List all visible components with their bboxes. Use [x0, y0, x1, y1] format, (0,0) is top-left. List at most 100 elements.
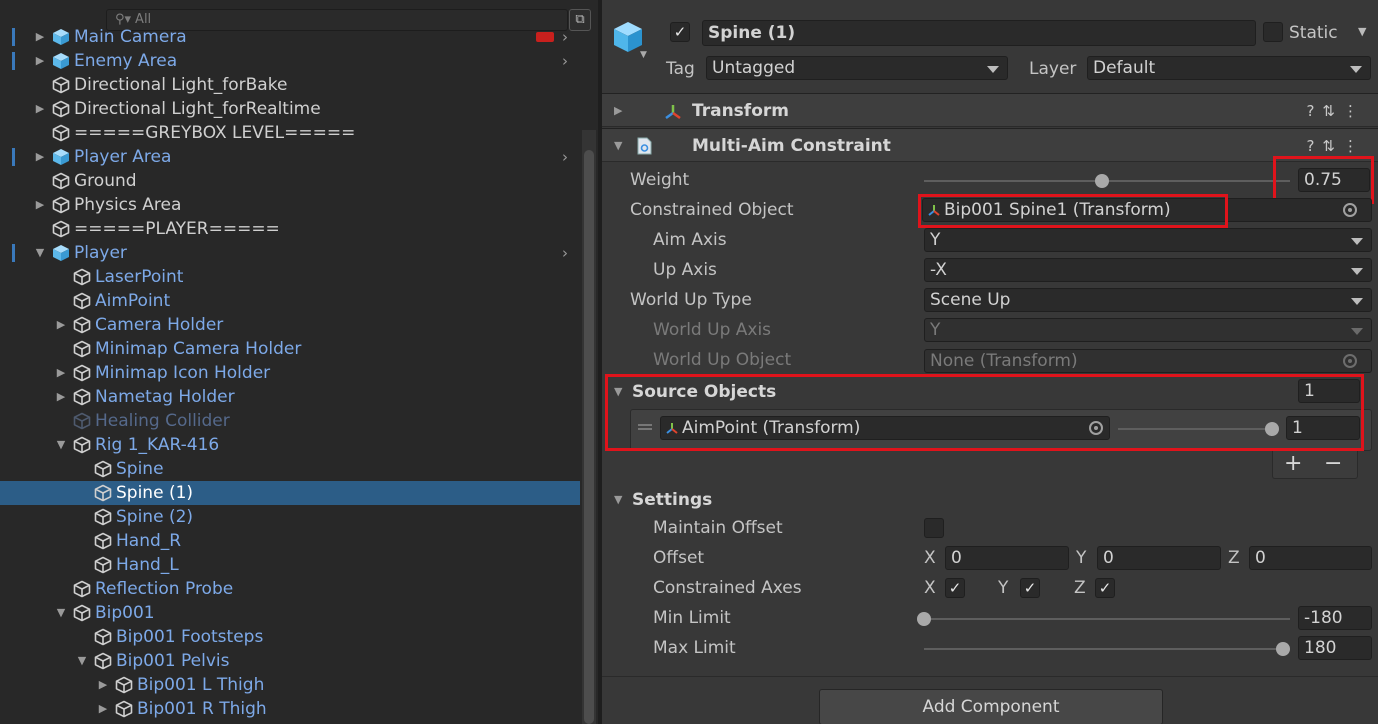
- hierarchy-row[interactable]: Reflection Probe: [0, 577, 580, 601]
- collapsed-arrow-icon[interactable]: ▶: [34, 49, 46, 73]
- hierarchy-row[interactable]: ▶ Nametag Holder: [0, 385, 580, 409]
- static-toggle[interactable]: [1263, 22, 1283, 42]
- expanded-arrow-icon[interactable]: ▼: [55, 601, 67, 625]
- collapsed-arrow-icon[interactable]: ▶: [34, 97, 46, 121]
- hierarchy-row[interactable]: ▼ Player ›: [0, 241, 580, 265]
- hierarchy-row-label: Bip001: [95, 603, 155, 623]
- hierarchy-row-label: Player: [74, 243, 127, 263]
- axis-x-checkbox[interactable]: ✓: [945, 578, 965, 598]
- hierarchy-row[interactable]: Hand_R: [0, 529, 580, 553]
- world-up-object-picker-icon: [1343, 354, 1357, 368]
- transform-header-icons[interactable]: ?⇅⋮: [1306, 102, 1366, 120]
- hierarchy-row[interactable]: ▶ Directional Light_forRealtime: [0, 97, 580, 121]
- hierarchy-row[interactable]: =====GREYBOX LEVEL=====: [0, 121, 580, 145]
- expanded-arrow-icon[interactable]: ▼: [76, 649, 88, 673]
- offset-y-field[interactable]: 0: [1097, 546, 1221, 570]
- maintain-offset-checkbox[interactable]: [924, 518, 944, 538]
- gameobject-cube-icon: [614, 22, 642, 52]
- min-limit-slider-track[interactable]: [924, 618, 1290, 620]
- hierarchy-row[interactable]: ▶ Camera Holder: [0, 313, 580, 337]
- icon-dropdown-chevron-icon[interactable]: ▼: [640, 50, 647, 60]
- constraint-collapse-arrow-icon[interactable]: ▼: [614, 129, 622, 163]
- add-component-button[interactable]: Add Component: [819, 689, 1163, 724]
- axis-z-checkbox[interactable]: ✓: [1095, 578, 1115, 598]
- hierarchy-row[interactable]: ▶ Player Area ›: [0, 145, 580, 169]
- hierarchy-row-label: Spine (1): [116, 483, 194, 503]
- prefab-cube-icon: [53, 29, 69, 45]
- hierarchy-row[interactable]: AimPoint: [0, 289, 580, 313]
- min-limit-field[interactable]: -180: [1298, 606, 1372, 630]
- hierarchy-row[interactable]: Healing Collider: [0, 409, 580, 433]
- world-up-type-label: World Up Type: [630, 290, 752, 310]
- constrained-object-picker-icon[interactable]: [1343, 203, 1357, 217]
- hierarchy-row[interactable]: Spine (1): [0, 481, 580, 505]
- layer-dropdown[interactable]: Default: [1087, 56, 1371, 80]
- hierarchy-row[interactable]: ▶ Minimap Icon Holder: [0, 361, 580, 385]
- transform-component-header[interactable]: ▶ Transform ?⇅⋮: [602, 93, 1378, 127]
- collapsed-arrow-icon[interactable]: ▶: [97, 697, 109, 721]
- hierarchy-row-label: Bip001 R Thigh: [137, 699, 267, 719]
- hierarchy-row[interactable]: Bip001 Footsteps: [0, 625, 580, 649]
- up-axis-dropdown[interactable]: -X: [924, 258, 1372, 282]
- collapsed-arrow-icon[interactable]: ▶: [55, 313, 67, 337]
- axis-y-checkbox[interactable]: ✓: [1020, 578, 1040, 598]
- hierarchy-row[interactable]: ▼ Rig 1_KAR-416: [0, 433, 580, 457]
- hierarchy-row[interactable]: ▶ Physics Area: [0, 193, 580, 217]
- hierarchy-row[interactable]: Spine (2): [0, 505, 580, 529]
- open-prefab-chevron-icon[interactable]: ›: [562, 49, 568, 73]
- transform-collapse-arrow-icon[interactable]: ▶: [614, 94, 622, 128]
- settings-collapse-arrow-icon[interactable]: ▼: [614, 488, 622, 512]
- world-up-type-dropdown[interactable]: Scene Up: [924, 288, 1372, 312]
- hierarchy-row[interactable]: Minimap Camera Holder: [0, 337, 580, 361]
- hierarchy-row[interactable]: ▶ Bip001 L Thigh: [0, 673, 580, 697]
- open-prefab-chevron-icon[interactable]: ›: [562, 145, 568, 169]
- offset-x-field[interactable]: 0: [945, 546, 1069, 570]
- max-limit-field[interactable]: 180: [1298, 636, 1372, 660]
- tag-dropdown[interactable]: Untagged: [706, 56, 1008, 80]
- aim-axis-dropdown[interactable]: Y: [924, 228, 1372, 252]
- remove-source-button[interactable]: −: [1324, 451, 1342, 477]
- open-prefab-chevron-icon[interactable]: ›: [562, 241, 568, 265]
- constraint-component-header[interactable]: ▼ Multi-Aim Constraint ?⇅⋮: [602, 128, 1378, 162]
- collapsed-arrow-icon[interactable]: ▶: [34, 193, 46, 217]
- max-limit-label: Max Limit: [653, 638, 736, 658]
- collapsed-arrow-icon[interactable]: ▶: [55, 385, 67, 409]
- hierarchy-row-label: Spine: [116, 459, 164, 479]
- hierarchy-row-label: Hand_R: [116, 531, 182, 551]
- hierarchy-scrollbar-thumb[interactable]: [584, 150, 594, 724]
- constraint-header-icons[interactable]: ?⇅⋮: [1306, 137, 1366, 155]
- hierarchy-row[interactable]: Spine: [0, 457, 580, 481]
- hierarchy-row[interactable]: ▶ Main Camera ›: [0, 25, 580, 49]
- hierarchy-row[interactable]: =====PLAYER=====: [0, 217, 580, 241]
- object-name-field[interactable]: Spine (1): [702, 20, 1256, 46]
- hierarchy-row[interactable]: Ground: [0, 169, 580, 193]
- expanded-arrow-icon[interactable]: ▼: [55, 433, 67, 457]
- max-limit-slider-knob[interactable]: [1276, 642, 1291, 656]
- collapsed-arrow-icon[interactable]: ▶: [97, 673, 109, 697]
- gameobject-icon: [94, 460, 112, 478]
- gameobject-icon: [73, 316, 91, 334]
- active-toggle[interactable]: ✓: [670, 22, 690, 42]
- hierarchy-row[interactable]: ▶ Enemy Area ›: [0, 49, 580, 73]
- max-limit-slider-track[interactable]: [924, 648, 1290, 650]
- min-limit-slider-knob[interactable]: [917, 612, 931, 626]
- hierarchy-row[interactable]: ▶ Bip001 R Thigh: [0, 697, 580, 721]
- hierarchy-row-label: Reflection Probe: [95, 579, 234, 599]
- hierarchy-row[interactable]: Hand_L: [0, 553, 580, 577]
- hierarchy-row[interactable]: LaserPoint: [0, 265, 580, 289]
- collapsed-arrow-icon[interactable]: ▶: [34, 145, 46, 169]
- hierarchy-row[interactable]: ▼ Bip001 Pelvis: [0, 649, 580, 673]
- add-source-button[interactable]: +: [1284, 451, 1302, 477]
- open-prefab-chevron-icon[interactable]: ›: [562, 25, 568, 49]
- collapsed-arrow-icon[interactable]: ▶: [55, 361, 67, 385]
- gameobject-icon: [73, 340, 91, 358]
- weight-slider-knob[interactable]: [1095, 174, 1110, 188]
- static-dropdown-chevron-icon[interactable]: ▼: [1358, 22, 1366, 42]
- expanded-arrow-icon[interactable]: ▼: [34, 241, 46, 265]
- collapsed-arrow-icon[interactable]: ▶: [34, 25, 46, 49]
- settings-label[interactable]: Settings: [632, 488, 712, 512]
- hierarchy-row[interactable]: ▼ Bip001: [0, 601, 580, 625]
- hierarchy-row[interactable]: Directional Light_forBake: [0, 73, 580, 97]
- offset-z-field[interactable]: 0: [1249, 546, 1372, 570]
- hierarchy-row-label: Hand_L: [116, 555, 179, 575]
